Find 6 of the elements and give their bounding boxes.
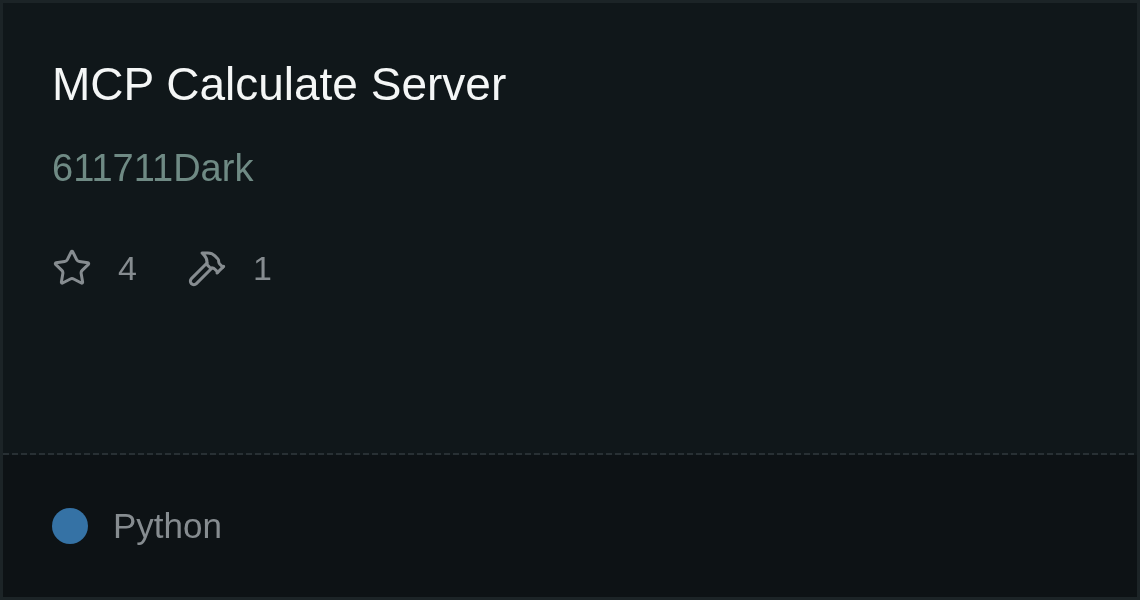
star-count: 4 [118,250,137,285]
tool-count: 1 [252,250,272,285]
author-name: 611711Dark [52,146,254,192]
language-name: Python [113,505,222,547]
card-title: MCP Calculate Server [52,57,507,112]
star-icon [52,247,92,288]
